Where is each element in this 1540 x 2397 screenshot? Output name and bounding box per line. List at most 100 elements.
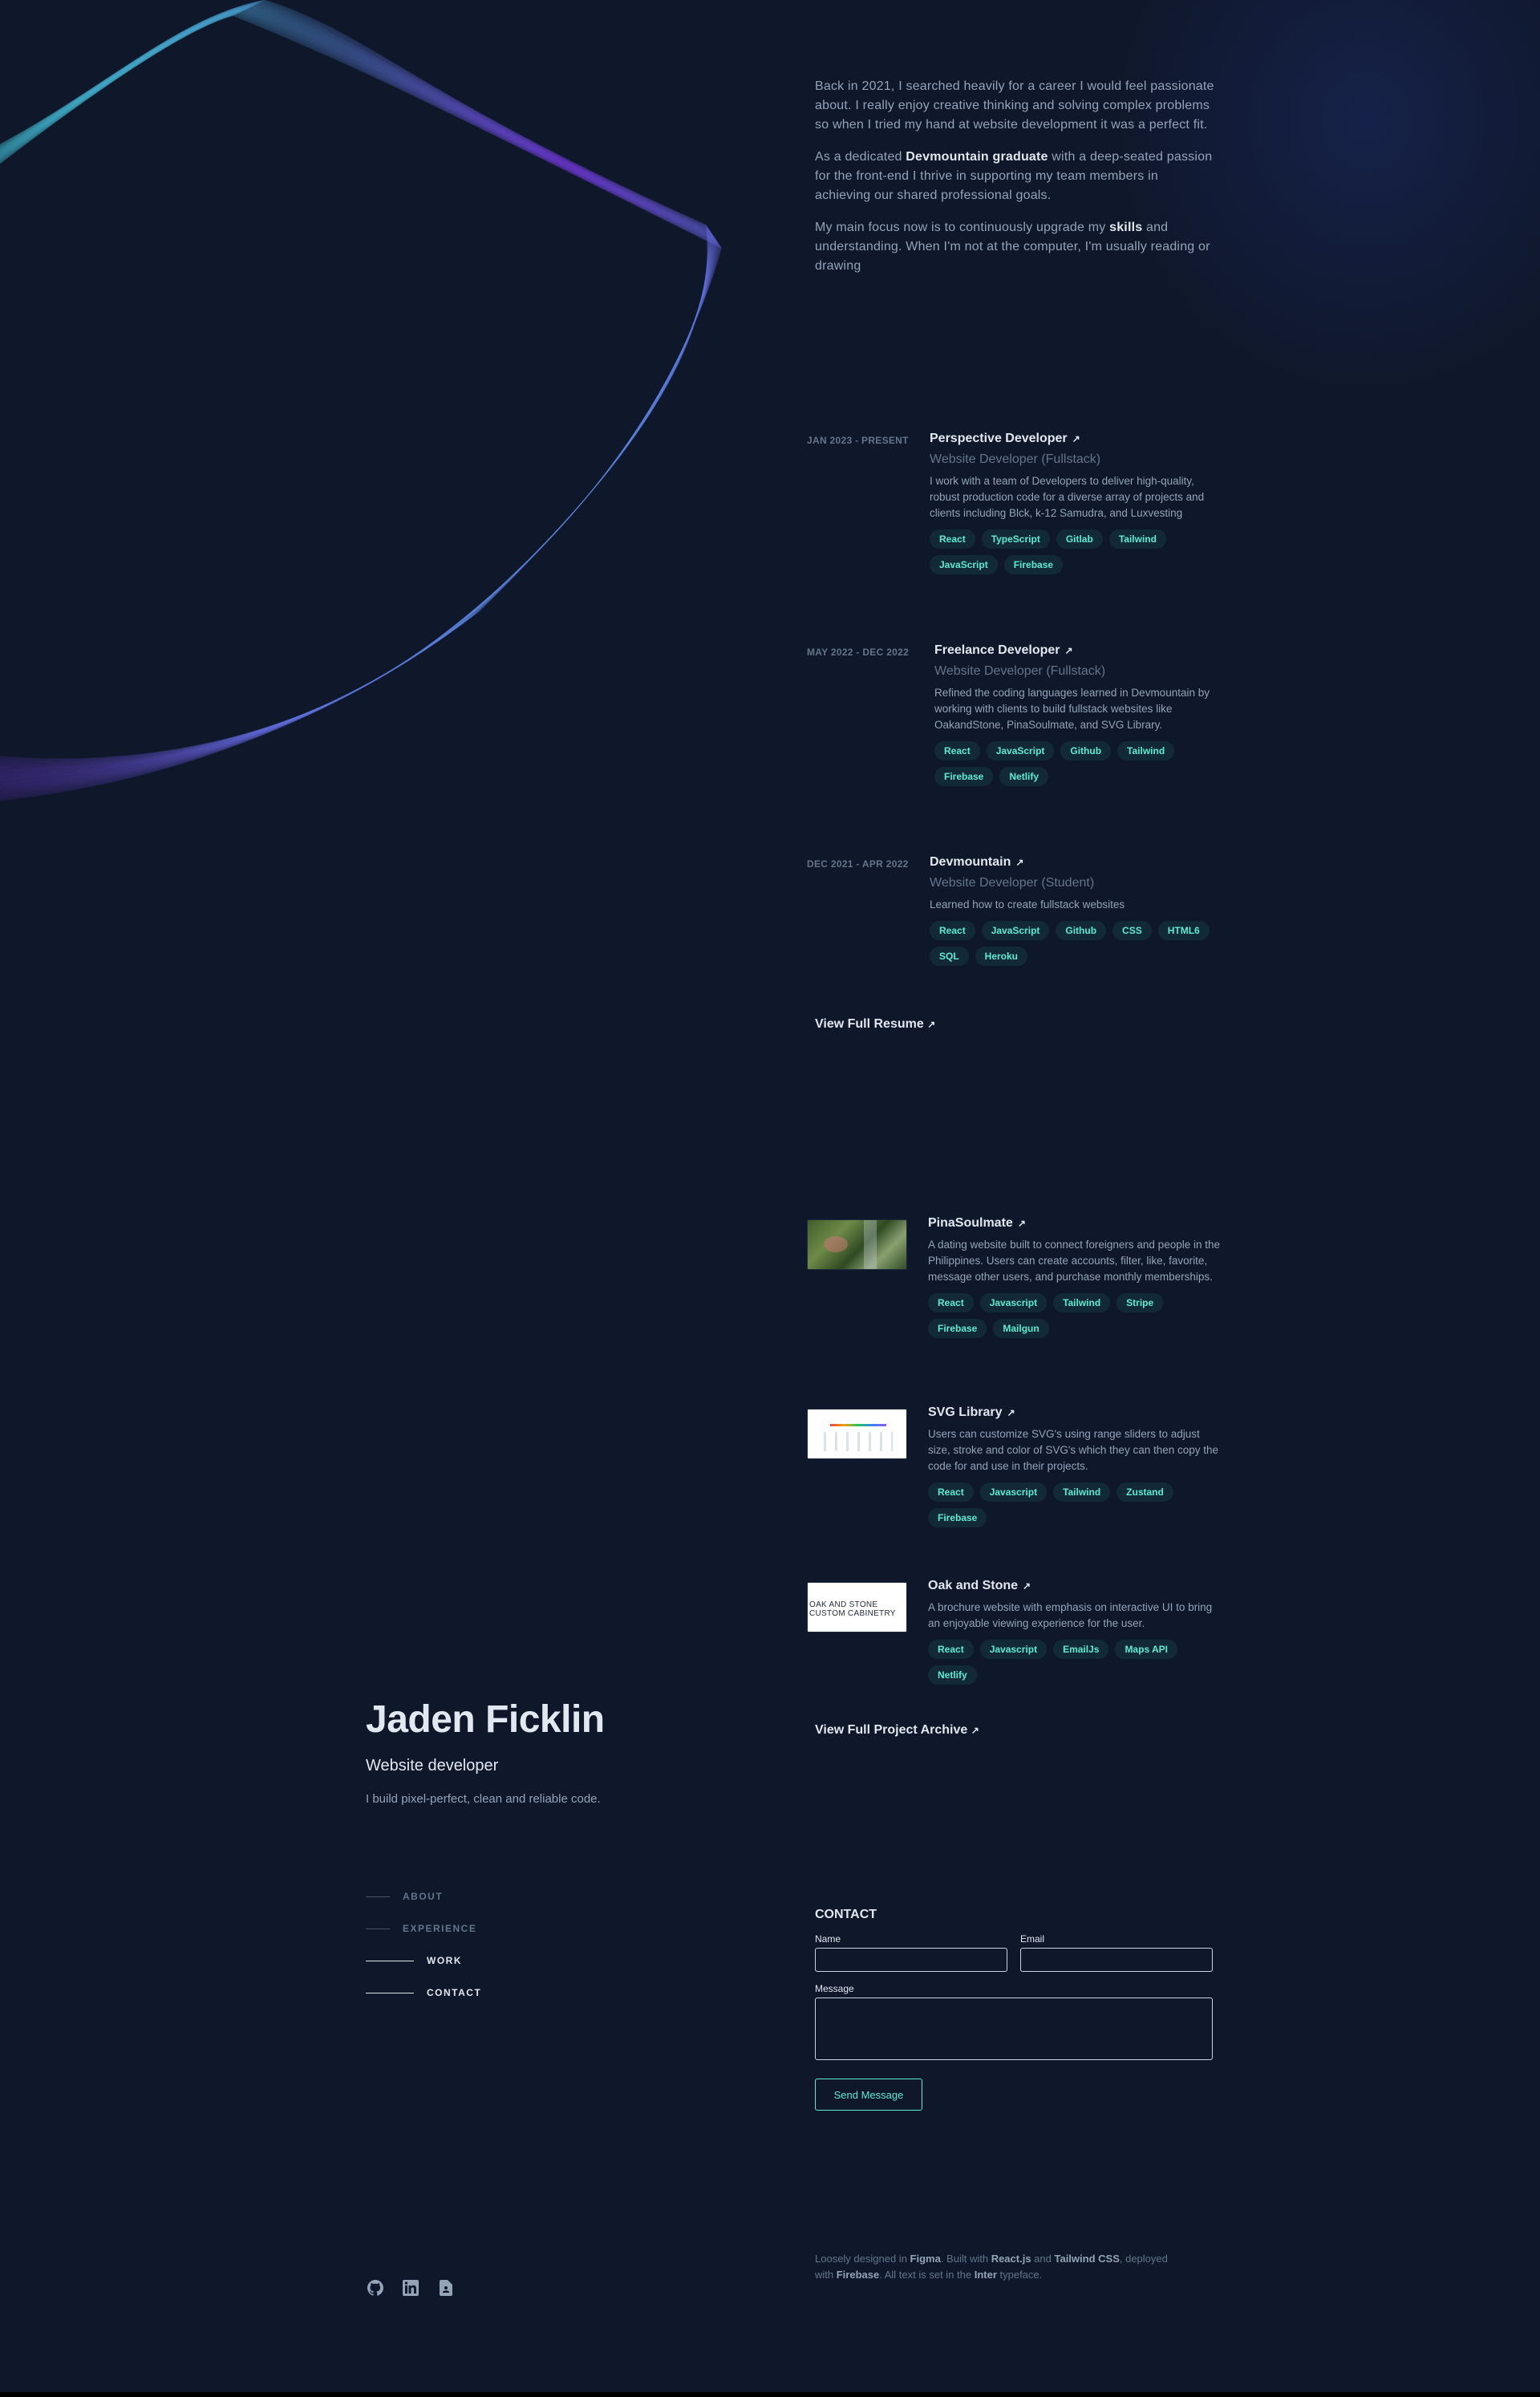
nav-item-contact[interactable]: CONTACT xyxy=(366,1977,481,2009)
resume-link-label: View Full Resume xyxy=(815,1017,924,1031)
view-resume-link[interactable]: View Full Resume ↗ xyxy=(815,1017,935,1032)
tech-tag: Firebase xyxy=(928,1508,987,1527)
send-message-button[interactable]: Send Message xyxy=(815,2079,922,2111)
nav-item-work[interactable]: WORK xyxy=(366,1945,481,1977)
experience-subtitle: Website Developer (Fullstack) xyxy=(930,452,1101,466)
wave-line xyxy=(0,1,709,797)
tech-tag: Firebase xyxy=(934,767,994,786)
wave-line xyxy=(0,9,716,775)
section-nav: ABOUT EXPERIENCE WORK CONTACT xyxy=(366,1880,481,2009)
experience-title-link[interactable]: Devmountain ↗ xyxy=(930,855,1023,870)
linkedin-icon[interactable] xyxy=(401,2278,420,2298)
nav-item-experience[interactable]: EXPERIENCE xyxy=(366,1912,481,1945)
contact-form: CONTACT Name Email Message Send Message xyxy=(815,1908,1213,2111)
wave-line xyxy=(0,0,708,798)
wave-line xyxy=(0,3,711,791)
external-arrow-icon: ↗ xyxy=(1015,857,1024,868)
experience-subtitle: Website Developer (Fullstack) xyxy=(934,664,1106,678)
experience-body: Perspective Developer ↗ Website Developer… xyxy=(930,432,1210,574)
tech-tag: CSS xyxy=(1112,921,1152,940)
project-title-link[interactable]: PinaSoulmate ↗ xyxy=(928,1216,1026,1231)
wave-line xyxy=(0,0,708,801)
footer-text: typeface. xyxy=(996,2269,1043,2281)
wave-line xyxy=(0,2,710,792)
experience-title-link[interactable]: Perspective Developer ↗ xyxy=(930,432,1080,446)
tech-tag: SQL xyxy=(930,947,969,966)
message-field[interactable] xyxy=(815,1998,1213,2060)
project-title: PinaSoulmate xyxy=(928,1216,1013,1230)
tech-tag: Github xyxy=(1060,741,1112,760)
wave-line xyxy=(0,13,720,765)
tech-tag: React xyxy=(930,921,975,940)
tech-tag: TypeScript xyxy=(981,529,1050,549)
wave-line xyxy=(0,9,716,773)
wave-line xyxy=(0,14,722,760)
resume-icon[interactable] xyxy=(436,2278,456,2298)
github-icon[interactable] xyxy=(366,2278,385,2298)
experience-description: Refined the coding languages learned in … xyxy=(934,687,1210,731)
project-thumbnail[interactable] xyxy=(807,1219,907,1270)
tech-tag: Tailwind xyxy=(1108,529,1166,549)
wave-line xyxy=(0,14,721,763)
email-field[interactable] xyxy=(1020,1948,1213,1972)
wave-line xyxy=(0,7,715,779)
experience-description: Learned how to create fullstack websites xyxy=(930,898,1125,911)
project-title: Oak and Stone xyxy=(928,1579,1019,1592)
wave-line xyxy=(0,5,712,785)
profile-role: Website developer xyxy=(366,1757,499,1774)
wave-line xyxy=(0,6,714,781)
project-thumbnail[interactable]: OAK AND STONE CUSTOM CABINETRY xyxy=(807,1582,907,1632)
tech-tag: Mailgun xyxy=(993,1319,1049,1338)
name-field[interactable] xyxy=(815,1948,1007,1972)
experience-title-link[interactable]: Freelance Developer ↗ xyxy=(934,643,1073,658)
name-field-group: Name xyxy=(815,1933,1007,1972)
experience-date: JAN 2023 - PRESENT xyxy=(807,435,909,446)
wave-line xyxy=(0,6,713,782)
wave-line xyxy=(0,10,718,770)
external-arrow-icon: ↗ xyxy=(1017,1218,1026,1229)
wave-line xyxy=(0,7,715,780)
wave-line xyxy=(0,8,715,777)
experience-body: Freelance Developer ↗ Website Developer (… xyxy=(934,643,1210,786)
project-thumbnail[interactable] xyxy=(807,1409,907,1459)
wave-line xyxy=(0,2,710,793)
message-label: Message xyxy=(815,1983,854,1994)
email-field-group: Email xyxy=(1020,1933,1213,1972)
project-body: SVG Library ↗ Users can customize SVG's u… xyxy=(928,1405,1225,1527)
wave-line xyxy=(0,14,722,761)
footer-text: . Built with xyxy=(940,2253,991,2265)
project-body: PinaSoulmate ↗ A dating website built to … xyxy=(928,1216,1225,1338)
view-archive-link[interactable]: View Full Project Archive ↗ xyxy=(815,1723,979,1738)
tag-list: React JavaScript Github Tailwind Firebas… xyxy=(934,741,1210,786)
tech-tag: Tailwind xyxy=(1117,741,1175,760)
tech-tag: HTML6 xyxy=(1157,921,1210,940)
decorative-wave-lines xyxy=(0,0,722,801)
project-title-link[interactable]: SVG Library ↗ xyxy=(928,1405,1015,1420)
nav-item-about[interactable]: ABOUT xyxy=(366,1880,481,1912)
tech-tag: Firebase xyxy=(928,1319,987,1338)
about-section: Back in 2021, I searched heavily for a c… xyxy=(815,77,1216,289)
wave-line xyxy=(0,7,715,778)
archive-link-label: View Full Project Archive xyxy=(815,1723,968,1737)
about-paragraph: As a dedicated Devmountain graduate with… xyxy=(815,148,1216,205)
nav-indicator xyxy=(366,1896,390,1897)
tech-tag: Zustand xyxy=(1116,1482,1173,1502)
email-label: Email xyxy=(1020,1933,1045,1945)
tech-tag: React xyxy=(930,529,975,549)
tech-tag: EmailJs xyxy=(1053,1640,1109,1659)
tag-list: React Javascript EmailJs Maps API Netlif… xyxy=(928,1640,1225,1685)
wave-line xyxy=(0,0,708,799)
tech-tag: Javascript xyxy=(979,1293,1048,1312)
tech-tag: JavaScript xyxy=(986,741,1055,760)
about-paragraph: My main focus now is to continuously upg… xyxy=(815,218,1216,276)
wave-line xyxy=(0,15,722,759)
wave-line xyxy=(0,6,714,781)
project-title-link[interactable]: Oak and Stone ↗ xyxy=(928,1579,1031,1593)
experience-title: Devmountain xyxy=(930,855,1011,869)
project-description: A dating website built to connect foreig… xyxy=(928,1239,1220,1283)
thumbnail-detail xyxy=(864,1220,877,1269)
profile-name: Jaden Ficklin xyxy=(366,1698,605,1741)
wave-line xyxy=(0,0,708,800)
wave-line xyxy=(0,14,721,762)
experience-title: Freelance Developer xyxy=(934,643,1060,657)
